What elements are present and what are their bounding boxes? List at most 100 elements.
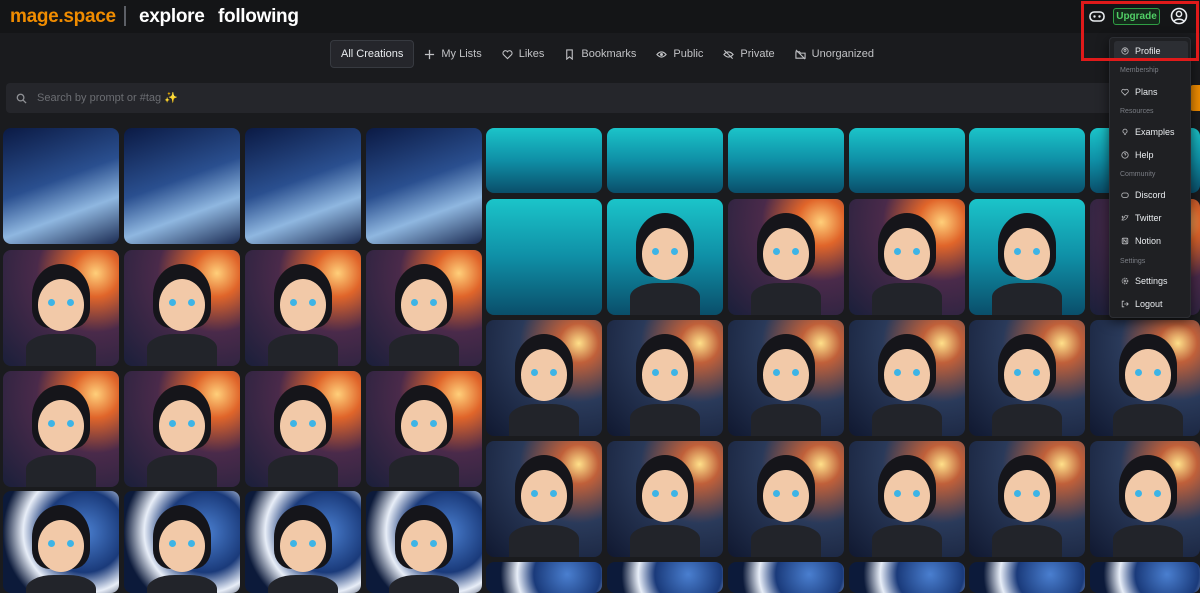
tab-label: My Lists	[441, 48, 482, 60]
menu-item-notion[interactable]: Notion	[1114, 231, 1188, 251]
settings-icon	[1121, 277, 1129, 285]
top-header: mage.space explore following Upgrade	[0, 0, 1200, 33]
creation-thumbnail[interactable]	[607, 128, 723, 193]
creation-thumbnail[interactable]	[3, 250, 119, 366]
creation-thumbnail[interactable]	[124, 491, 240, 593]
tab-private[interactable]: Private	[713, 40, 784, 68]
creation-thumbnail[interactable]	[969, 199, 1085, 315]
tab-label: Bookmarks	[581, 48, 637, 60]
creation-thumbnail[interactable]	[366, 128, 482, 244]
menu-item-examples[interactable]: Examples	[1114, 122, 1188, 142]
tab-label: Public	[673, 48, 704, 60]
creation-thumbnail[interactable]	[728, 562, 844, 593]
search-icon	[16, 93, 27, 104]
nav-following[interactable]: following	[218, 6, 299, 28]
search-bar	[6, 83, 1190, 113]
menu-item-settings[interactable]: Settings	[1114, 271, 1188, 291]
tab-bookmarks[interactable]: Bookmarks	[554, 40, 646, 68]
menu-item-twitter[interactable]: Twitter	[1114, 208, 1188, 228]
menu-item-label: Logout	[1135, 299, 1163, 309]
logout-icon	[1121, 300, 1129, 308]
creation-thumbnail[interactable]	[486, 199, 602, 315]
creation-thumbnail[interactable]	[245, 128, 361, 244]
creation-thumbnail[interactable]	[124, 250, 240, 366]
menu-item-label: Notion	[1135, 236, 1162, 246]
menu-section-resources: Resources	[1120, 108, 1154, 115]
creation-thumbnail[interactable]	[849, 441, 965, 557]
creation-thumbnail[interactable]	[969, 128, 1085, 193]
menu-item-logout[interactable]: Logout	[1114, 294, 1188, 314]
creation-thumbnail[interactable]	[3, 491, 119, 593]
tab-my-lists[interactable]: My Lists	[414, 40, 491, 68]
menu-item-plans[interactable]: Plans	[1114, 82, 1188, 102]
plus-icon	[425, 49, 435, 59]
creation-thumbnail[interactable]	[1090, 562, 1200, 593]
menu-item-label: Profile	[1135, 46, 1161, 56]
bookmark-icon	[566, 48, 574, 60]
creation-thumbnail[interactable]	[1090, 441, 1200, 557]
creation-thumbnail[interactable]	[969, 562, 1085, 593]
nav-explore[interactable]: explore	[139, 6, 205, 28]
creation-thumbnail[interactable]	[124, 128, 240, 244]
menu-item-label: Discord	[1135, 190, 1166, 200]
eye-off-icon	[723, 49, 735, 59]
tab-label: All Creations	[341, 48, 404, 60]
creation-thumbnail[interactable]	[3, 371, 119, 487]
creation-thumbnail[interactable]	[245, 491, 361, 593]
search-input[interactable]	[37, 92, 337, 104]
heart-icon	[502, 49, 513, 59]
creation-thumbnail[interactable]	[486, 562, 602, 593]
creation-thumbnail[interactable]	[969, 320, 1085, 436]
menu-section-membership: Membership	[1120, 67, 1159, 74]
menu-item-label: Help	[1135, 150, 1154, 160]
creation-thumbnail[interactable]	[849, 128, 965, 193]
menu-item-label: Settings	[1135, 276, 1168, 286]
heart-icon	[1121, 88, 1129, 96]
menu-item-help[interactable]: Help	[1114, 145, 1188, 165]
menu-item-label: Twitter	[1135, 213, 1162, 223]
creation-thumbnail[interactable]	[607, 320, 723, 436]
creation-thumbnail[interactable]	[366, 491, 482, 593]
creation-thumbnail[interactable]	[486, 320, 602, 436]
menu-item-profile[interactable]: Profile	[1114, 41, 1188, 61]
creation-thumbnail[interactable]	[728, 128, 844, 193]
upgrade-button[interactable]: Upgrade	[1113, 8, 1160, 25]
creation-thumbnail[interactable]	[366, 250, 482, 366]
folder-off-icon	[795, 49, 806, 59]
brand-logo[interactable]: mage.space	[10, 6, 116, 28]
creation-thumbnail[interactable]	[366, 371, 482, 487]
creation-thumbnail[interactable]	[486, 441, 602, 557]
tab-public[interactable]: Public	[646, 40, 713, 68]
creation-thumbnail[interactable]	[607, 441, 723, 557]
user-circle-icon[interactable]	[1168, 5, 1190, 27]
menu-section-settings: Settings	[1120, 258, 1146, 265]
filter-tabs: All Creations My Lists Likes Bookmarks P…	[330, 40, 884, 68]
creation-thumbnail[interactable]	[486, 128, 602, 193]
creation-thumbnail[interactable]	[728, 441, 844, 557]
user-dropdown-menu: Profile Membership Plans Resources Examp…	[1109, 37, 1191, 318]
creation-thumbnail[interactable]	[849, 562, 965, 593]
creation-thumbnail[interactable]	[728, 199, 844, 315]
menu-item-label: Plans	[1135, 87, 1158, 97]
creation-thumbnail[interactable]	[245, 371, 361, 487]
creation-thumbnail[interactable]	[1090, 320, 1200, 436]
creation-thumbnail[interactable]	[607, 199, 723, 315]
tab-all-creations[interactable]: All Creations	[330, 40, 415, 68]
gamepad-icon[interactable]	[1086, 6, 1108, 26]
creation-thumbnail[interactable]	[849, 199, 965, 315]
creation-thumbnail[interactable]	[849, 320, 965, 436]
menu-item-discord[interactable]: Discord	[1114, 185, 1188, 205]
creation-thumbnail[interactable]	[607, 562, 723, 593]
creation-thumbnail[interactable]	[728, 320, 844, 436]
tab-unorganized[interactable]: Unorganized	[785, 40, 884, 68]
creation-thumbnail[interactable]	[245, 250, 361, 366]
filter-button[interactable]	[1190, 85, 1200, 111]
user-icon	[1121, 47, 1129, 55]
tab-label: Private	[740, 48, 775, 60]
creation-thumbnail[interactable]	[124, 371, 240, 487]
tab-likes[interactable]: Likes	[492, 40, 555, 68]
notion-icon	[1121, 237, 1129, 245]
twitter-icon	[1121, 215, 1129, 221]
creation-thumbnail[interactable]	[3, 128, 119, 244]
creation-thumbnail[interactable]	[969, 441, 1085, 557]
